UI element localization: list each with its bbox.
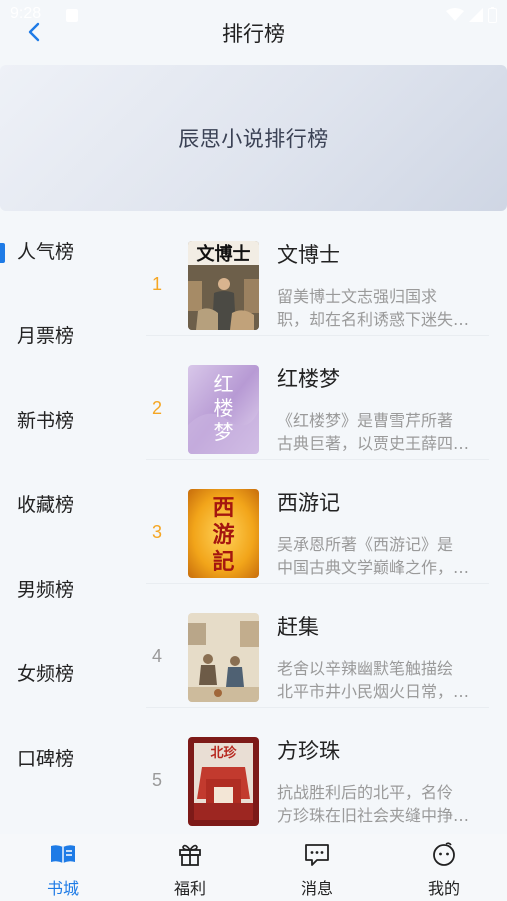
desc-line: 职，却在名利诱惑下迷失… [277, 310, 470, 329]
tab-messages[interactable]: 消息 [254, 834, 380, 901]
rank-number: 3 [152, 522, 163, 542]
sidebar-item-monthly-ticket[interactable]: 月票榜 [0, 316, 140, 356]
book-cover-image: 红楼梦 [188, 365, 259, 454]
book-description: 留美博士文志强归国求 职，却在名利诱惑下迷失… [277, 285, 493, 331]
desc-line: 抗战胜利后的北平，名伶 [277, 783, 454, 802]
sidebar-item-female[interactable]: 女频榜 [0, 654, 140, 694]
book-description: 《红楼梦》是曹雪芹所著 古典巨著，以贾史王薛四… [277, 409, 493, 455]
desc-line: 留美博士文志强归国求 [277, 287, 438, 306]
book-cover-image [188, 613, 259, 702]
desc-line: 古典巨著，以贾史王薛四… [277, 434, 470, 453]
gift-icon [179, 844, 201, 866]
desc-line: 《红楼梦》是曹雪芹所著 [277, 411, 454, 430]
cover-title-text: 西游記 [212, 495, 234, 575]
book-cover-image: 文博士 [188, 241, 259, 330]
desc-line: 中国古典文学巅峰之作，… [277, 558, 470, 577]
book-title: 方珍珠 [277, 739, 340, 763]
book-cover-image: 西游記 [188, 489, 259, 578]
active-indicator [0, 243, 5, 263]
book-row-5[interactable]: 5 北珍 方珍珠 抗战胜利后的北平，名伶 方珍珠在旧社会夹缝中挣… [140, 708, 507, 832]
tab-label: 福利 [173, 879, 206, 898]
sidebar-item-favorites[interactable]: 收藏榜 [0, 485, 140, 525]
book-title: 赶集 [277, 615, 319, 639]
ranking-banner: 辰思小说排行榜 [0, 65, 507, 211]
tab-benefits[interactable]: 福利 [127, 834, 253, 901]
rank-number: 1 [152, 274, 163, 294]
cover-title-text: 北珍 [210, 745, 237, 761]
book-row-4[interactable]: 4 赶集 老舍以辛辣幽默笔触描绘 北平市井小民烟火日常，… [140, 584, 507, 708]
book-description: 吴承恩所著《西游记》是 中国古典文学巅峰之作，… [277, 533, 493, 579]
rank-number: 5 [152, 770, 163, 790]
page-title: 排行榜 [222, 22, 285, 46]
tab-bookstore[interactable]: 书城 [0, 834, 126, 901]
cover-title-text: 红楼梦 [214, 372, 234, 444]
desc-line: 老舍以辛辣幽默笔触描绘 [277, 659, 454, 678]
bottom-tab-bar: 书城 福利 消息 我的 [0, 834, 507, 901]
sidebar-item-label: 男频榜 [17, 579, 75, 601]
sidebar-item-label: 口碑榜 [17, 748, 75, 770]
book-title: 西游记 [277, 491, 340, 515]
book-title: 红楼梦 [277, 367, 340, 391]
tab-label: 消息 [300, 879, 333, 898]
sidebar-item-popularity[interactable]: 人气榜 [0, 232, 140, 272]
desc-line: 北平市井小民烟火日常，… [277, 682, 470, 701]
sidebar-item-label: 月票榜 [17, 325, 75, 347]
book-ranking-list: 1 文博士 文博士 留美博士文志强归国求 职，却在名利诱惑下迷失… 2 红楼梦 … [140, 212, 507, 834]
book-row-1[interactable]: 1 文博士 文博士 留美博士文志强归国求 职，却在名利诱惑下迷失… [140, 212, 507, 336]
ranking-category-sidebar: 人气榜 月票榜 新书榜 收藏榜 男频榜 女频榜 口碑榜 [0, 212, 140, 834]
rank-number: 4 [152, 646, 163, 666]
book-title: 文博士 [277, 243, 340, 267]
book-description: 抗战胜利后的北平，名伶 方珍珠在旧社会夹缝中挣… [277, 781, 493, 827]
sidebar-item-label: 人气榜 [17, 241, 75, 263]
sidebar-item-new-books[interactable]: 新书榜 [0, 401, 140, 441]
cover-title-text: 文博士 [197, 243, 251, 265]
rank-number: 2 [152, 398, 163, 418]
sidebar-item-reputation[interactable]: 口碑榜 [0, 739, 140, 779]
desc-line: 吴承恩所著《西游记》是 [277, 535, 454, 554]
tab-label: 书城 [46, 879, 79, 898]
message-icon [305, 844, 329, 866]
book-cover-image: 北珍 [188, 737, 259, 826]
sidebar-item-label: 新书榜 [17, 410, 75, 432]
tab-label: 我的 [427, 879, 460, 898]
sidebar-item-label: 女频榜 [17, 663, 75, 685]
tab-mine[interactable]: 我的 [381, 834, 507, 901]
desc-line: 方珍珠在旧社会夹缝中挣… [277, 806, 470, 825]
sidebar-item-label: 收藏榜 [17, 494, 75, 516]
face-icon [433, 842, 455, 866]
book-row-3[interactable]: 3 西游記 西游记 吴承恩所著《西游记》是 中国古典文学巅峰之作，… [140, 460, 507, 584]
book-row-2[interactable]: 2 红楼梦 红楼梦 《红楼梦》是曹雪芹所著 古典巨著，以贾史王薛四… [140, 336, 507, 460]
book-description: 老舍以辛辣幽默笔触描绘 北平市井小民烟火日常，… [277, 657, 493, 703]
book-icon [51, 845, 75, 863]
sidebar-item-male[interactable]: 男频榜 [0, 570, 140, 610]
banner-title: 辰思小说排行榜 [178, 127, 329, 151]
nav-bar: 排行榜 [0, 0, 507, 64]
